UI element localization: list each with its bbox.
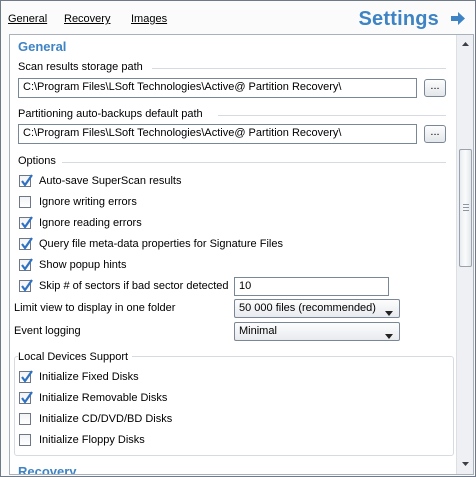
checkbox-box[interactable] (19, 216, 33, 229)
checkbox-initialize-floppy-disks[interactable]: Initialize Floppy Disks (19, 432, 219, 448)
nav-link-images[interactable]: Images (131, 13, 167, 25)
scan-path-label: Scan results storage path (18, 61, 143, 73)
chevron-down-icon (385, 330, 393, 342)
local-devices-group-label: Local Devices Support (18, 351, 133, 363)
scrollbar-thumb[interactable] (459, 149, 472, 267)
checkmark-icon (21, 391, 33, 404)
checkbox-box[interactable] (19, 370, 33, 383)
event-logging-label: Event logging (14, 325, 81, 337)
checkbox-initialize-fixed-disks[interactable]: Initialize Fixed Disks (19, 369, 219, 385)
vertical-scrollbar[interactable] (456, 35, 473, 474)
event-logging-value: Minimal (239, 325, 277, 337)
checkbox-skip-bad-sectors[interactable]: Skip # of sectors if bad sector detected (19, 278, 233, 294)
checkbox-label: Initialize Fixed Disks (39, 371, 139, 383)
checkmark-icon (21, 174, 33, 187)
checkbox-box[interactable] (19, 258, 33, 271)
scrollbar-grip (463, 207, 469, 208)
checkmark-icon (21, 279, 33, 292)
scrollbar-grip (463, 204, 469, 205)
nav-link-recovery[interactable]: Recovery (64, 13, 110, 25)
checkbox-label: Query file meta-data properties for Sign… (39, 238, 283, 250)
checkbox-label: Ignore writing errors (39, 196, 137, 208)
group-divider (152, 68, 446, 69)
page-title: Settings (358, 8, 439, 30)
scroll-up-arrow-icon[interactable] (458, 37, 473, 52)
checkbox-auto-save-superscan[interactable]: Auto-save SuperScan results (19, 173, 219, 189)
backup-path-input[interactable]: C:\Program Files\LSoft Technologies\Acti… (18, 124, 417, 144)
checkmark-icon (21, 370, 33, 383)
group-divider (218, 115, 446, 116)
settings-content: General Scan results storage path C:\Pro… (10, 35, 456, 474)
backup-path-browse-button[interactable]: ... (424, 125, 446, 143)
scan-path-input[interactable]: C:\Program Files\LSoft Technologies\Acti… (18, 78, 417, 98)
checkbox-initialize-cd-dvd-bd-disks[interactable]: Initialize CD/DVD/BD Disks (19, 411, 219, 427)
settings-scroll-panel: General Scan results storage path C:\Pro… (9, 34, 474, 475)
checkbox-box[interactable] (19, 237, 33, 250)
limit-view-value: 50 000 files (recommended) (239, 302, 376, 314)
skip-sectors-input[interactable]: 10 (234, 277, 389, 296)
top-navigation: General Recovery Images Settings (1, 1, 475, 33)
chevron-down-icon (385, 307, 393, 319)
checkmark-icon (21, 237, 33, 250)
checkbox-label: Initialize CD/DVD/BD Disks (39, 413, 173, 425)
nav-link-general[interactable]: General (8, 13, 47, 25)
arrow-right-icon[interactable] (451, 12, 466, 25)
checkbox-query-meta-data[interactable]: Query file meta-data properties for Sign… (19, 236, 319, 252)
checkbox-label: Auto-save SuperScan results (39, 175, 182, 187)
checkbox-box[interactable] (19, 413, 31, 425)
checkbox-box[interactable] (19, 391, 33, 404)
event-logging-dropdown[interactable]: Minimal (234, 322, 400, 341)
checkbox-ignore-reading-errors[interactable]: Ignore reading errors (19, 215, 219, 231)
section-heading-general: General (18, 39, 67, 54)
scrollbar-grip (463, 210, 469, 211)
checkbox-ignore-writing-errors[interactable]: Ignore writing errors (19, 194, 219, 210)
checkbox-show-popup-hints[interactable]: Show popup hints (19, 257, 219, 273)
backup-path-label: Partitioning auto-backups default path (18, 108, 203, 120)
checkbox-label: Ignore reading errors (39, 217, 142, 229)
limit-view-dropdown[interactable]: 50 000 files (recommended) (234, 299, 400, 318)
group-divider (62, 162, 446, 163)
scan-path-browse-button[interactable]: ... (424, 79, 446, 97)
checkbox-box[interactable] (19, 196, 31, 208)
checkmark-icon (21, 216, 33, 229)
checkbox-box[interactable] (19, 434, 31, 446)
checkbox-initialize-removable-disks[interactable]: Initialize Removable Disks (19, 390, 219, 406)
options-group-label: Options (18, 155, 56, 167)
checkbox-label: Show popup hints (39, 259, 127, 271)
checkbox-label: Initialize Floppy Disks (39, 434, 145, 446)
checkbox-label: Initialize Removable Disks (39, 392, 168, 404)
checkbox-label: Skip # of sectors if bad sector detected (39, 280, 229, 292)
scroll-down-arrow-icon[interactable] (458, 456, 473, 471)
section-heading-recovery: Recovery (18, 464, 77, 474)
checkbox-box[interactable] (19, 174, 33, 187)
settings-window: General Recovery Images Settings General… (0, 0, 476, 477)
checkmark-icon (21, 258, 33, 271)
checkbox-box[interactable] (19, 279, 33, 292)
limit-view-label: Limit view to display in one folder (14, 302, 176, 314)
